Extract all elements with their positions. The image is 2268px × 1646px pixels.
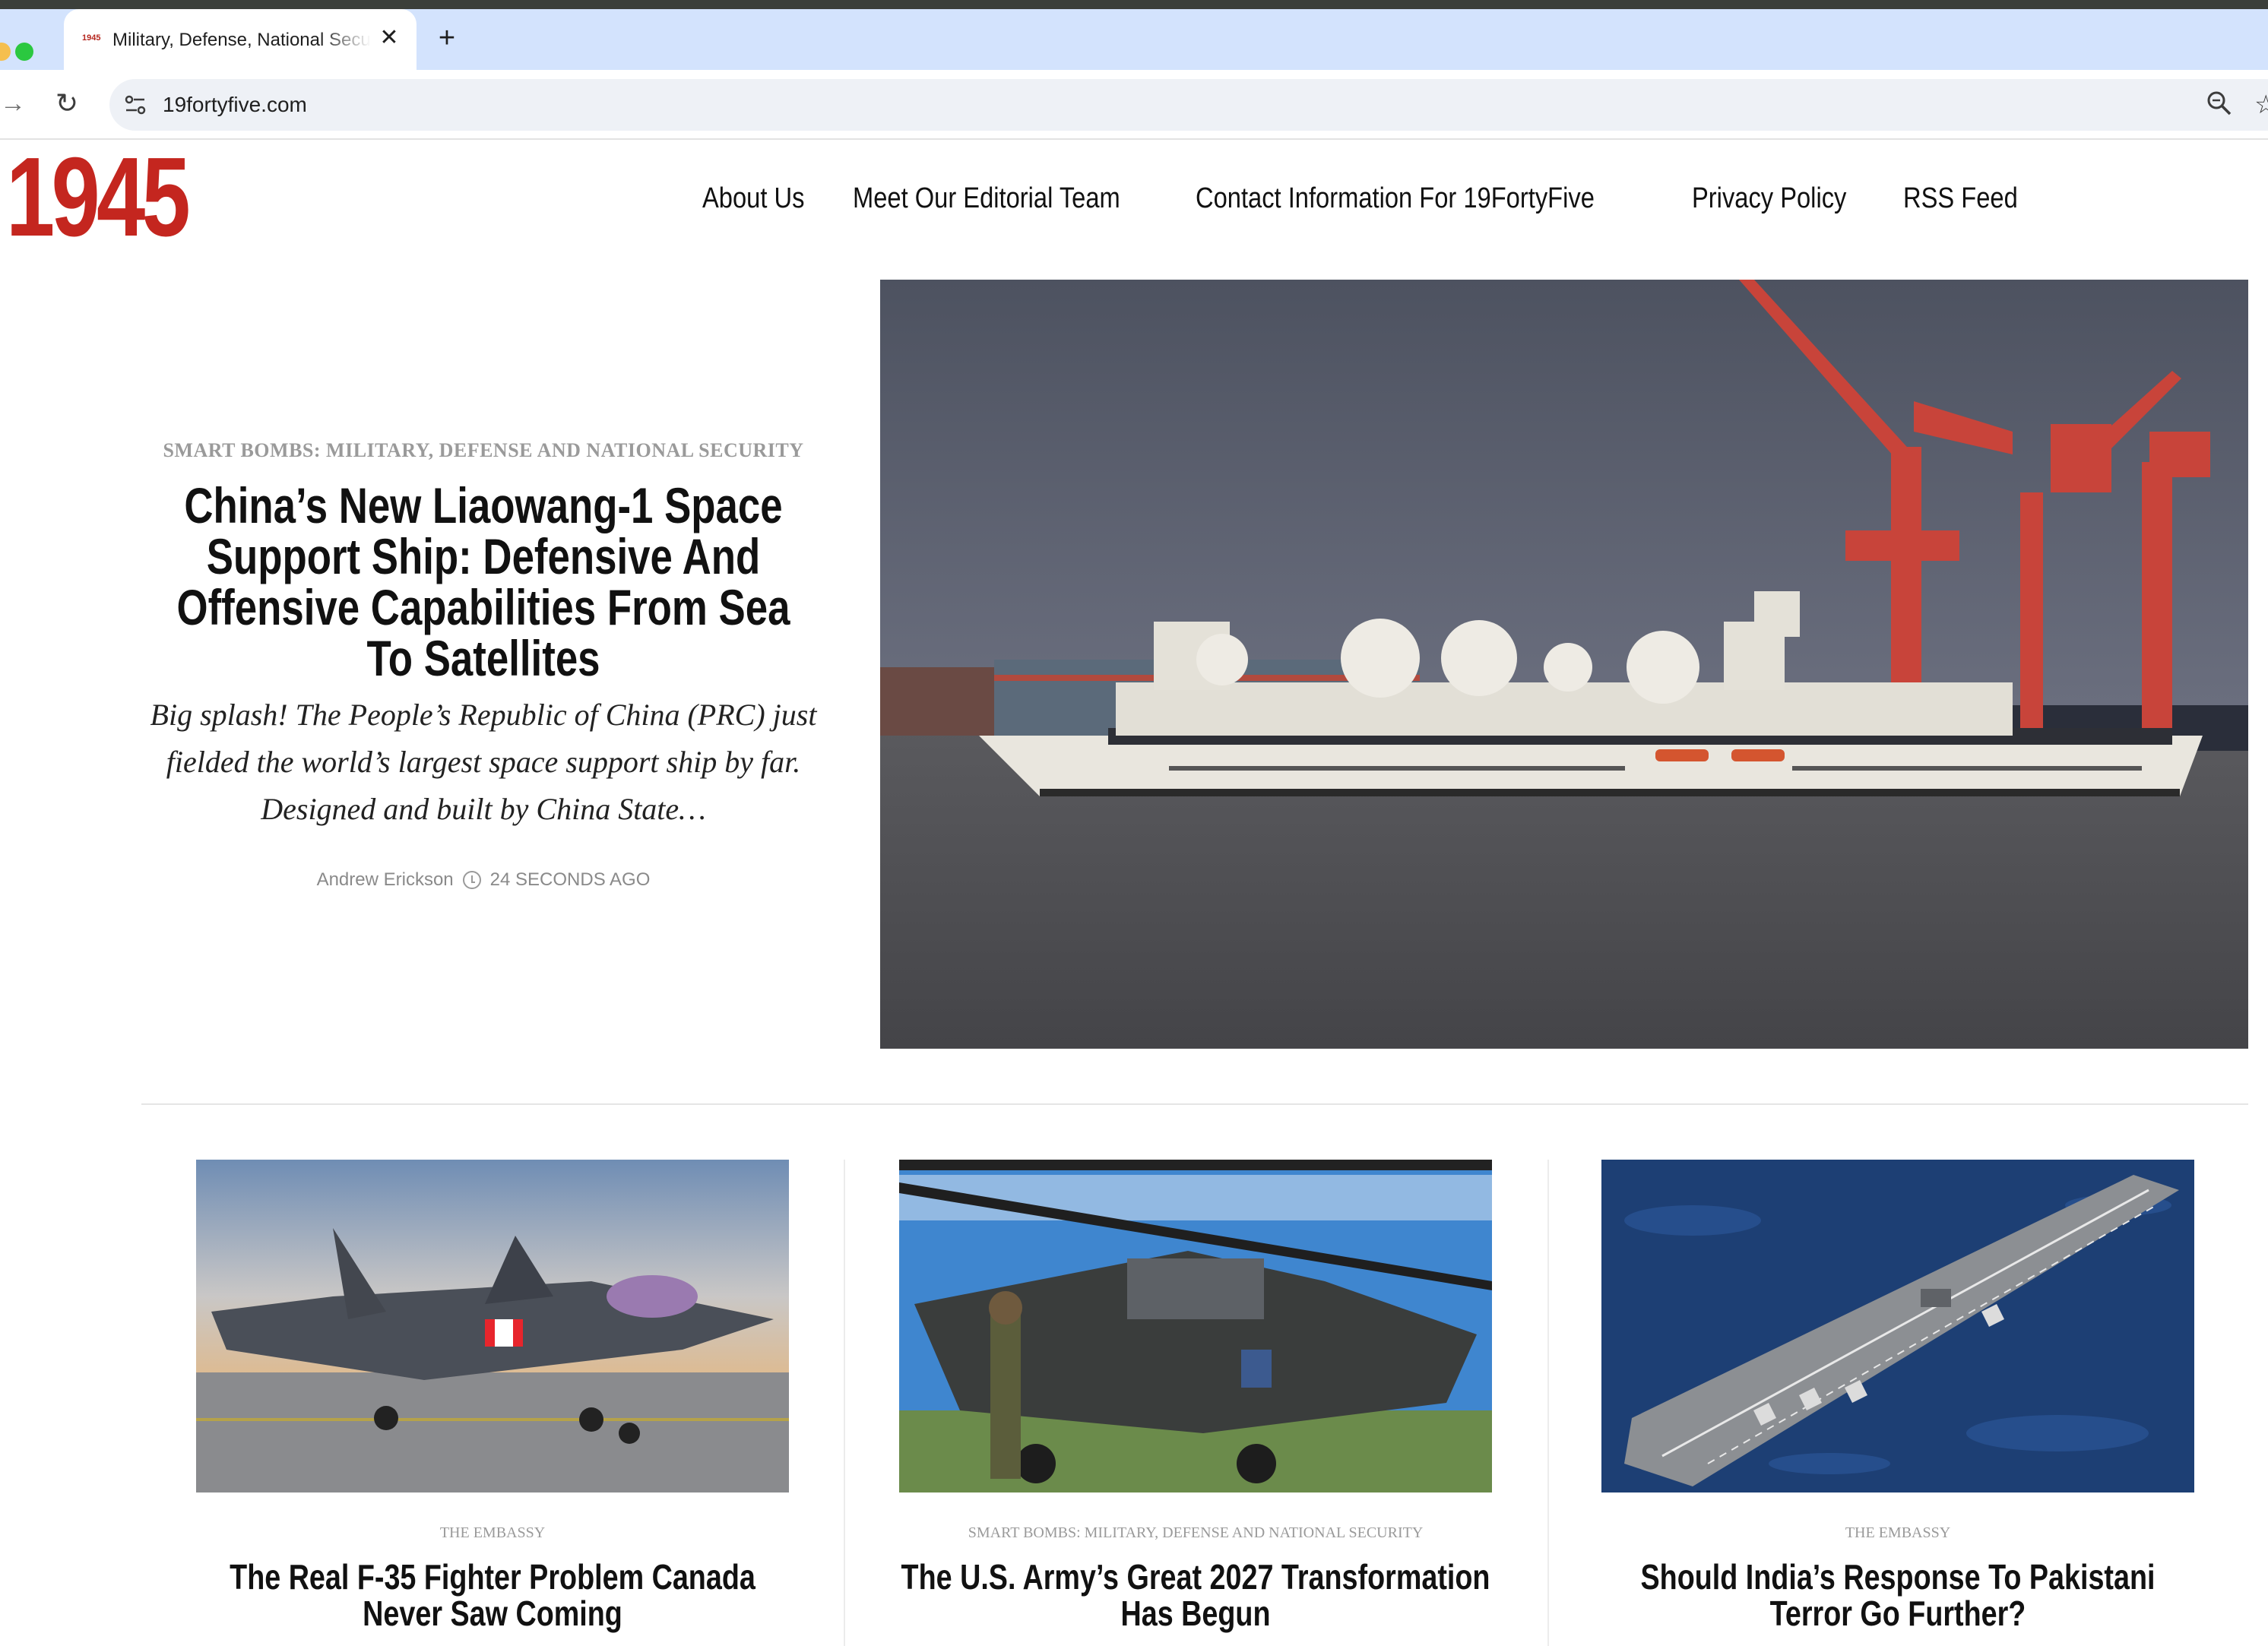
address-toolbar: → ↻ 19fortyfive.com ☆ (0, 70, 2268, 140)
hero-article: SMART BOMBS: MILITARY, DEFENSE AND NATIO… (149, 439, 818, 891)
article-card[interactable]: THE EMBASSY The Real F-35 Fighter Proble… (196, 1160, 789, 1632)
section-divider (141, 1103, 2248, 1105)
card-category[interactable]: THE EMBASSY (196, 1524, 789, 1542)
nav-about-us[interactable]: About Us (702, 179, 804, 217)
site-logo[interactable]: 1945 (6, 141, 191, 254)
hero-excerpt: Big splash! The People’s Republic of Chi… (150, 698, 817, 826)
hero-image-ship[interactable] (880, 280, 2248, 1049)
reload-icon[interactable]: ↻ (50, 87, 84, 120)
nav-editorial-team[interactable]: Meet Our Editorial Team (853, 179, 1120, 217)
article-card[interactable]: SMART BOMBS: MILITARY, DEFENSE AND NATIO… (899, 1160, 1492, 1632)
card-category[interactable]: THE EMBASSY (1601, 1524, 2194, 1542)
fullscreen-window-button[interactable] (15, 43, 33, 61)
card-category[interactable]: SMART BOMBS: MILITARY, DEFENSE AND NATIO… (899, 1524, 1492, 1542)
url-text[interactable]: 19fortyfive.com (163, 90, 307, 120)
hero-title[interactable]: China’s New Liaowang-1 Space Support Shi… (149, 480, 818, 684)
nav-rss-feed[interactable]: RSS Feed (1903, 179, 2018, 217)
zoom-icon[interactable] (2204, 88, 2235, 119)
card-image-apache[interactable] (899, 1160, 1492, 1492)
window-top-strip (0, 0, 2268, 9)
hero-timestamp: 24 SECONDS AGO (489, 869, 651, 890)
card-title[interactable]: The U.S. Army’s Great 2027 Transformatio… (900, 1559, 1492, 1632)
card-title[interactable]: Should India’s Response To Pakistani Ter… (1602, 1559, 2194, 1632)
hero-byline: Andrew Erickson 24 SECONDS AGO (149, 869, 818, 891)
column-separator (1547, 1160, 1549, 1646)
forward-icon[interactable]: → (0, 88, 26, 119)
new-tab-button[interactable]: + (430, 21, 464, 55)
minimize-window-button[interactable] (0, 43, 11, 61)
column-separator (844, 1160, 845, 1646)
tab-favicon-icon: 1945 (82, 33, 101, 43)
address-bar[interactable]: 19fortyfive.com (109, 79, 2268, 131)
nav-privacy-policy[interactable]: Privacy Policy (1692, 179, 1846, 217)
hero-author[interactable]: Andrew Erickson (317, 869, 454, 891)
clock-icon (462, 871, 481, 889)
card-title[interactable]: The Real F-35 Fighter Problem Canada Nev… (197, 1559, 789, 1632)
browser-tab-active[interactable]: 1945 Military, Defense, National Securit… (64, 9, 417, 70)
nav-contact-information[interactable]: Contact Information For 19FortyFive (1196, 179, 1595, 217)
main-nav: About Us Meet Our Editorial Team Contact… (702, 179, 2069, 217)
card-image-f35[interactable] (196, 1160, 789, 1492)
site-info-icon[interactable] (120, 90, 150, 120)
tab-title: Military, Defense, National Security (112, 30, 371, 50)
hero-category[interactable]: SMART BOMBS: MILITARY, DEFENSE AND NATIO… (149, 439, 818, 462)
close-tab-icon[interactable]: ✕ (375, 24, 403, 52)
bookmark-star-icon[interactable]: ☆ (2254, 90, 2268, 120)
card-image-carrier[interactable] (1601, 1160, 2194, 1492)
article-card[interactable]: THE EMBASSY Should India’s Response To P… (1601, 1160, 2194, 1632)
